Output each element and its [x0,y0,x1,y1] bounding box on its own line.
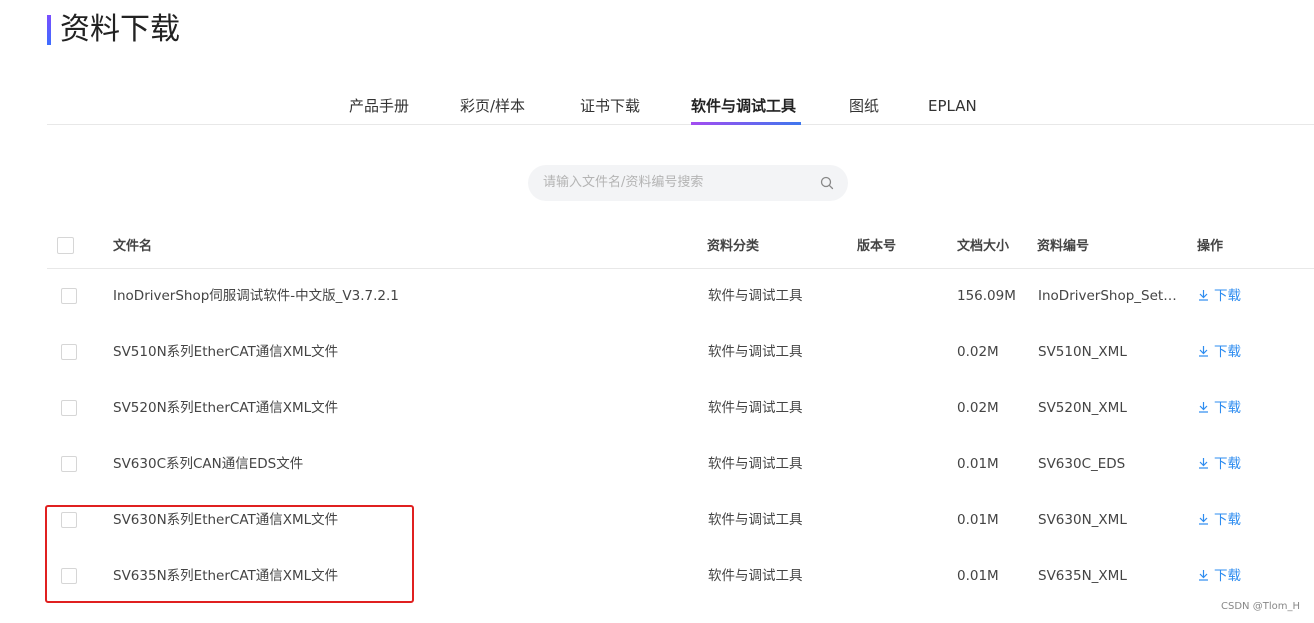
download-label: 下载 [1214,288,1241,304]
tab-product-manual[interactable]: 产品手册 [349,92,409,120]
header-code: 资料编号 [1037,239,1090,254]
file-code: SV510N_XML [1038,344,1127,360]
watermark: CSDN @Tlom_H [1221,601,1300,612]
file-name: InoDriverShop伺服调试软件-中文版_V3.7.2.1 [113,288,399,304]
header-category: 资料分类 [707,239,760,254]
download-link[interactable]: 下载 [1198,492,1241,548]
header-file-name: 文件名 [113,239,153,254]
file-code: SV630N_XML [1038,512,1127,528]
download-icon [1199,570,1208,581]
download-link[interactable]: 下载 [1198,324,1241,380]
file-name: SV630C系列CAN通信EDS文件 [113,456,304,472]
search-input[interactable]: 请输入文件名/资料编号搜索 [528,165,848,201]
file-category: 软件与调试工具 [708,568,803,584]
search-icon[interactable] [820,176,834,190]
title-accent-bar [47,15,51,45]
file-code: SV520N_XML [1038,400,1127,416]
tab-certificates[interactable]: 证书下载 [580,92,640,120]
file-name: SV520N系列EtherCAT通信XML文件 [113,400,339,416]
select-all-checkbox[interactable] [57,237,74,254]
file-size: 0.01M [957,512,999,528]
file-size: 0.02M [957,344,999,360]
file-category: 软件与调试工具 [708,456,803,472]
header-version: 版本号 [857,239,897,254]
download-link[interactable]: 下载 [1198,436,1241,492]
download-icon [1199,514,1208,525]
table-row: SV520N系列EtherCAT通信XML文件 软件与调试工具 0.02M SV… [0,380,1314,436]
search-placeholder: 请输入文件名/资料编号搜索 [543,175,704,190]
table-row: InoDriverShop伺服调试软件-中文版_V3.7.2.1 软件与调试工具… [0,268,1314,324]
tab-software-tools[interactable]: 软件与调试工具 [691,92,796,120]
download-label: 下载 [1214,344,1241,360]
page-title: 资料下载 [60,12,180,47]
download-link[interactable]: 下载 [1198,268,1241,324]
download-label: 下载 [1214,456,1241,472]
file-category: 软件与调试工具 [708,400,803,416]
file-category: 软件与调试工具 [708,288,803,304]
active-tab-indicator [691,122,801,125]
file-name: SV510N系列EtherCAT通信XML文件 [113,344,339,360]
file-code: SV630C_EDS [1038,456,1126,472]
file-code: SV635N_XML [1038,568,1127,584]
file-size: 0.02M [957,400,999,416]
file-code: InoDriverShop_Set… [1038,288,1177,304]
header-size: 文档大小 [957,239,1010,254]
download-link[interactable]: 下载 [1198,380,1241,436]
file-size: 0.01M [957,568,999,584]
file-category: 软件与调试工具 [708,344,803,360]
tabs-divider [47,124,1314,125]
file-size: 156.09M [957,288,1016,304]
download-icon [1199,290,1208,301]
tab-bar: 产品手册 彩页/样本 证书下载 软件与调试工具 图纸 EPLAN [0,92,1314,125]
download-icon [1199,346,1208,357]
download-label: 下载 [1214,568,1241,584]
row-checkbox[interactable] [61,288,77,304]
download-icon [1199,458,1208,469]
download-label: 下载 [1214,512,1241,528]
download-icon [1199,402,1208,413]
table-row: SV630C系列CAN通信EDS文件 软件与调试工具 0.01M SV630C_… [0,436,1314,492]
highlight-annotation-box [45,505,414,603]
table-row: SV510N系列EtherCAT通信XML文件 软件与调试工具 0.02M SV… [0,324,1314,380]
header-action: 操作 [1197,239,1224,254]
row-checkbox[interactable] [61,400,77,416]
download-link[interactable]: 下载 [1198,548,1241,604]
row-checkbox[interactable] [61,456,77,472]
tab-eplan[interactable]: EPLAN [928,92,977,120]
file-category: 软件与调试工具 [708,512,803,528]
download-label: 下载 [1214,400,1241,416]
row-checkbox[interactable] [61,344,77,360]
tab-brochure[interactable]: 彩页/样本 [460,92,525,120]
file-size: 0.01M [957,456,999,472]
tab-drawings[interactable]: 图纸 [849,92,879,120]
